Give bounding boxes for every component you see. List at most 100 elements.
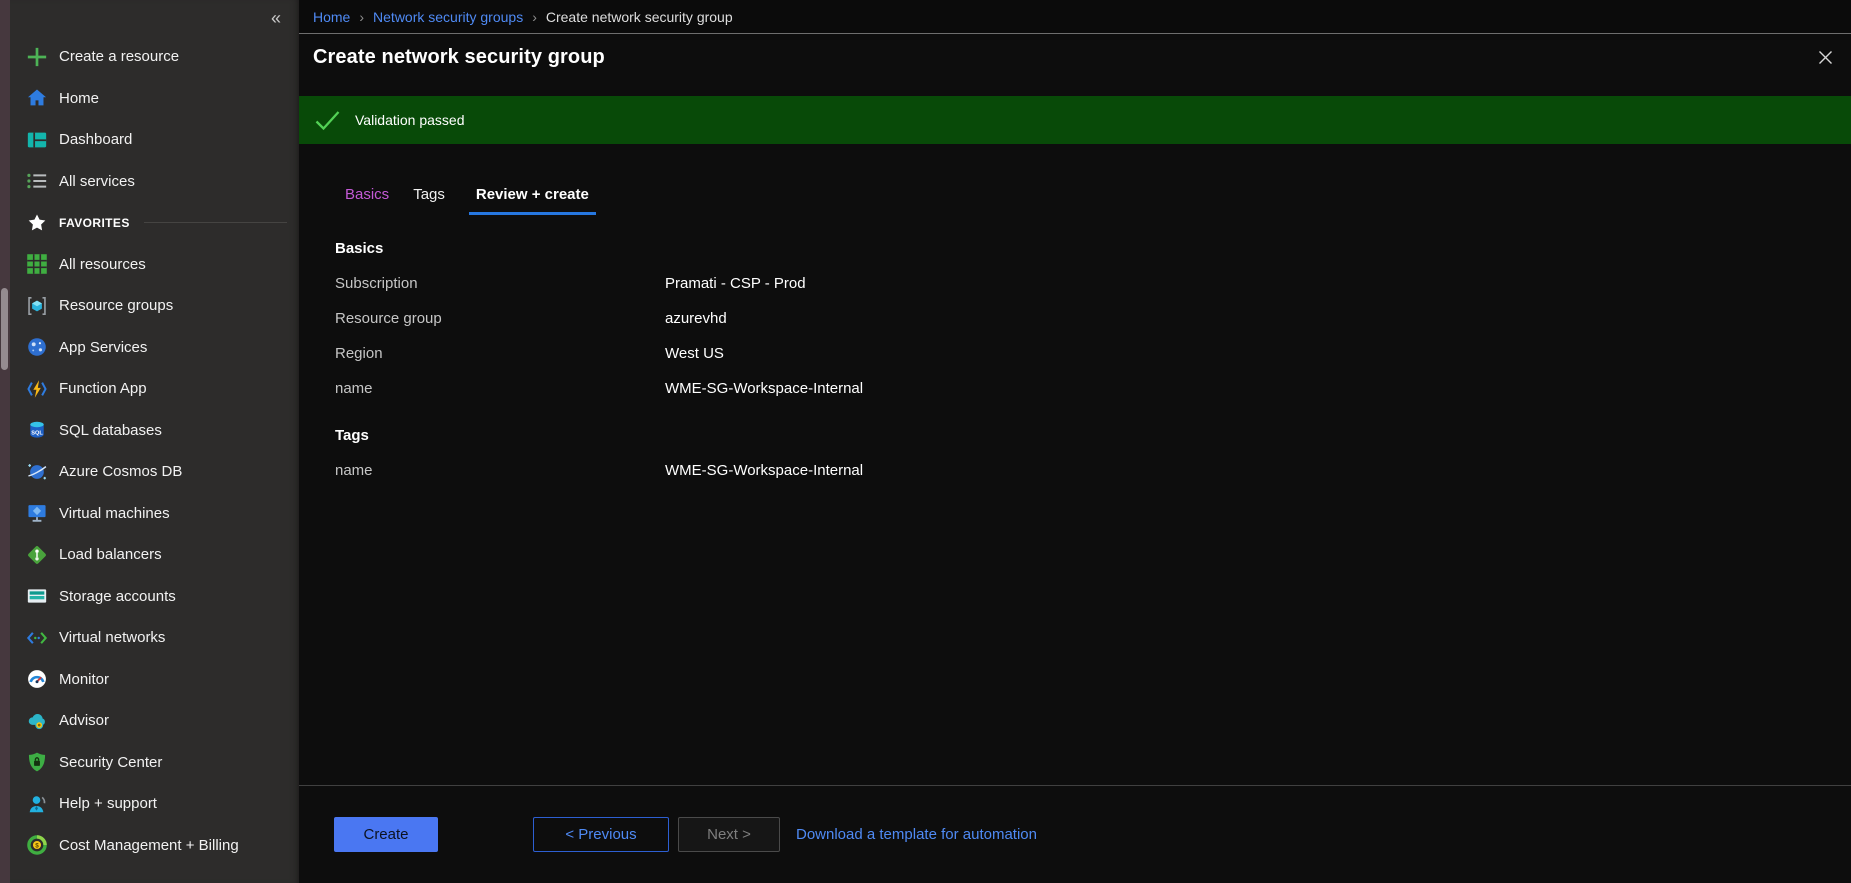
row-value: West US: [665, 344, 1851, 363]
previous-button[interactable]: < Previous: [533, 817, 669, 852]
sidebar-collapse-button[interactable]: «: [267, 7, 285, 29]
help-support-icon: [26, 793, 48, 815]
home-icon: [26, 87, 48, 109]
sidebar-item-home[interactable]: Home: [10, 78, 299, 120]
section-basics: BasicsSubscriptionPramati - CSP - ProdRe…: [335, 240, 1851, 398]
sidebar-item-label: App Services: [59, 339, 147, 356]
all-services-icon: [26, 170, 48, 192]
sidebar-item-app-services[interactable]: App Services: [10, 327, 299, 369]
sidebar-item-resource-groups[interactable]: Resource groups: [10, 285, 299, 327]
collapse-chevrons-icon: «: [271, 8, 281, 28]
section-tags: Tags nameWME-SG-Workspace-Internal: [335, 427, 1851, 480]
row-label: name: [335, 461, 665, 480]
window-edge-strip: [0, 0, 10, 883]
sidebar-item-label: Security Center: [59, 754, 162, 771]
sidebar-item-function-app[interactable]: Function App: [10, 368, 299, 410]
tab-review-create[interactable]: Review + create: [469, 186, 596, 215]
review-sections: BasicsSubscriptionPramati - CSP - ProdRe…: [299, 240, 1851, 480]
sidebar-item-storage-accounts[interactable]: Storage accounts: [10, 576, 299, 618]
azure-portal-window: « Create a resource Home Dashboard All serv…: [0, 0, 1851, 883]
virtual-networks-icon: [26, 627, 48, 649]
blade-title-bar: Create network security group: [299, 33, 1851, 96]
close-icon: [1817, 54, 1834, 69]
tab-basics[interactable]: Basics: [345, 186, 389, 215]
sidebar-item-all-services[interactable]: All services: [10, 161, 299, 203]
breadcrumb-home[interactable]: Home: [313, 9, 350, 25]
virtual-machines-icon: [26, 502, 48, 524]
sidebar-item-label: Home: [59, 90, 99, 107]
check-icon: [314, 110, 341, 131]
edge-scrollbar-thumb[interactable]: [1, 288, 8, 370]
row-label: name: [335, 379, 665, 398]
sidebar-item-label: Create a resource: [59, 48, 179, 65]
create-button[interactable]: Create: [334, 817, 438, 852]
review-row-name: nameWME-SG-Workspace-Internal: [335, 379, 1851, 398]
resource-groups-icon: [26, 295, 48, 317]
review-row-subscription: SubscriptionPramati - CSP - Prod: [335, 274, 1851, 293]
validation-banner-text: Validation passed: [355, 112, 464, 128]
sidebar-item-virtual-networks[interactable]: Virtual networks: [10, 617, 299, 659]
row-label: Subscription: [335, 274, 665, 293]
sql-databases-icon: SQL: [26, 419, 48, 441]
review-content: Basics Tags Review + create Basics Subscrip…: [299, 144, 1851, 785]
breadcrumb-separator-icon: ›: [532, 9, 537, 25]
sidebar-item-label: Storage accounts: [59, 588, 176, 605]
sidebar-item-label: Dashboard: [59, 131, 132, 148]
storage-accounts-icon: [26, 585, 48, 607]
sidebar-item-label: Resource groups: [59, 297, 173, 314]
sidebar-item-virtual-machines[interactable]: Virtual machines: [10, 493, 299, 535]
sidebar-item-monitor[interactable]: Monitor: [10, 659, 299, 701]
svg-text:$: $: [35, 843, 39, 850]
sidebar-item-load-balancers[interactable]: Load balancers: [10, 534, 299, 576]
sidebar-item-help-support[interactable]: Help + support: [10, 783, 299, 825]
sidebar-item-cost-management-billing[interactable]: $ Cost Management + Billing: [10, 825, 299, 867]
sidebar-item-label: Help + support: [59, 795, 157, 812]
next-button[interactable]: Next >: [678, 817, 780, 852]
row-value: WME-SG-Workspace-Internal: [665, 461, 1851, 480]
breadcrumb-separator-icon: ›: [359, 9, 364, 25]
sidebar-item-sql-databases[interactable]: SQLSQL databases: [10, 410, 299, 452]
sidebar-favorites-header: FAVORITES: [10, 202, 299, 244]
function-app-icon: [26, 378, 48, 400]
sidebar-item-dashboard[interactable]: Dashboard: [10, 119, 299, 161]
breadcrumb-create-network-security-group: Create network security group: [546, 9, 733, 25]
sidebar-item-label: Virtual networks: [59, 629, 165, 646]
advisor-icon: [26, 710, 48, 732]
section-title: Basics: [335, 240, 1851, 257]
plus-icon: [26, 46, 48, 68]
download-template-link[interactable]: Download a template for automation: [796, 817, 1037, 852]
sidebar-item-azure-cosmos-db[interactable]: Azure Cosmos DB: [10, 451, 299, 493]
star-icon: [26, 212, 48, 234]
sidebar-item-create-a-resource[interactable]: Create a resource: [10, 36, 299, 78]
sidebar-item-label: Load balancers: [59, 546, 162, 563]
sidebar-item-label: Function App: [59, 380, 147, 397]
row-value: azurevhd: [665, 309, 1851, 328]
cost-management-icon: $: [26, 834, 48, 856]
sidebar-header: «: [10, 0, 299, 36]
svg-text:SQL: SQL: [31, 431, 43, 437]
tab-tags[interactable]: Tags: [413, 186, 445, 215]
all-resources-icon: [26, 253, 48, 275]
main-panel: Home › Network security groups › Create netw…: [299, 0, 1851, 883]
sidebar: « Create a resource Home Dashboard All serv…: [10, 0, 299, 883]
row-label: Resource group: [335, 309, 665, 328]
security-center-icon: [26, 751, 48, 773]
cosmos-db-icon: [26, 461, 48, 483]
review-row-region: RegionWest US: [335, 344, 1851, 363]
breadcrumb: Home › Network security groups › Create netw…: [299, 0, 1851, 33]
sidebar-item-security-center[interactable]: Security Center: [10, 742, 299, 784]
sidebar-item-label: Cost Management + Billing: [59, 837, 239, 854]
sidebar-item-label: Advisor: [59, 712, 109, 729]
sidebar-nav: Create a resource Home Dashboard All servic…: [10, 36, 299, 866]
sidebar-item-label: All resources: [59, 256, 146, 273]
section-title: Tags: [335, 427, 1851, 444]
footer-bar: Create < Previous Next > Download a temp…: [299, 785, 1851, 883]
breadcrumb-network-security-groups[interactable]: Network security groups: [373, 9, 523, 25]
sidebar-item-all-resources[interactable]: All resources: [10, 244, 299, 286]
close-button[interactable]: [1813, 45, 1838, 73]
row-value: WME-SG-Workspace-Internal: [665, 379, 1851, 398]
sidebar-item-advisor[interactable]: Advisor: [10, 700, 299, 742]
load-balancers-icon: [26, 544, 48, 566]
row-value: Pramati - CSP - Prod: [665, 274, 1851, 293]
page-title: Create network security group: [313, 46, 1837, 69]
